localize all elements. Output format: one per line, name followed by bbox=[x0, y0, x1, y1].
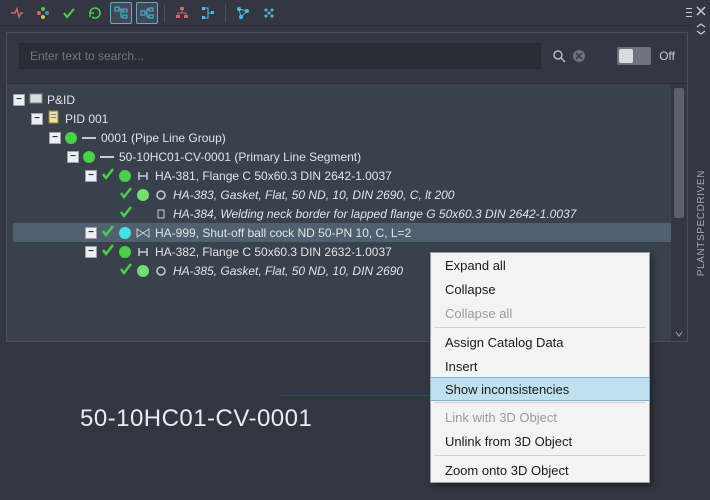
tool-refresh-icon[interactable] bbox=[84, 2, 106, 24]
tree-label: 0001 (Pipe Line Group) bbox=[101, 131, 226, 145]
ctx-show-inconsistencies[interactable]: Show inconsistencies bbox=[430, 377, 650, 401]
document-icon bbox=[47, 110, 61, 127]
expander-spacer bbox=[103, 189, 115, 201]
check-icon bbox=[119, 262, 133, 279]
flange-icon bbox=[135, 245, 151, 259]
canvas-line bbox=[280, 395, 440, 396]
ctx-zoom-3d[interactable]: Zoom onto 3D Object bbox=[431, 458, 649, 482]
tool-graph-icon[interactable] bbox=[232, 2, 254, 24]
segment-icon bbox=[99, 150, 115, 164]
tool-hierarchy-icon[interactable] bbox=[171, 2, 193, 24]
tree-label: 50-10HC01-CV-0001 (Primary Line Segment) bbox=[119, 150, 361, 164]
expander-spacer bbox=[103, 265, 115, 277]
app-root: Off − P&ID − PID 001 − 000 bbox=[0, 0, 710, 500]
ctx-assign-catalog[interactable]: Assign Catalog Data bbox=[431, 330, 649, 354]
ctx-separator bbox=[435, 455, 645, 456]
tool-branch-icon[interactable] bbox=[197, 2, 219, 24]
tree-label: HA-384, Welding neck border for lapped f… bbox=[173, 207, 576, 221]
pipe-icon bbox=[81, 131, 97, 145]
check-icon bbox=[101, 224, 115, 241]
tree-label: PID 001 bbox=[65, 112, 108, 126]
expander-icon[interactable]: − bbox=[67, 151, 79, 163]
status-dot-icon bbox=[137, 189, 149, 201]
ctx-collapse-all: Collapse all bbox=[431, 301, 649, 325]
tool-check-icon[interactable] bbox=[58, 2, 80, 24]
search-input[interactable] bbox=[19, 43, 541, 69]
expander-spacer bbox=[103, 208, 115, 220]
tree-label: HA-383, Gasket, Flat, 50 ND, 10, DIN 269… bbox=[173, 188, 454, 202]
expander-icon[interactable]: − bbox=[49, 132, 61, 144]
status-dot-icon bbox=[119, 227, 131, 239]
valve-icon bbox=[135, 226, 151, 240]
ctx-separator bbox=[435, 327, 645, 328]
expander-icon[interactable]: − bbox=[31, 113, 43, 125]
tool-tree-b-icon[interactable] bbox=[136, 2, 158, 24]
tree-item-selected[interactable]: − HA-999, Shut-off ball cock ND 50-PN 10… bbox=[13, 223, 687, 242]
check-icon bbox=[119, 205, 133, 222]
tree-scrollbar[interactable] bbox=[671, 84, 687, 341]
gasket-icon bbox=[153, 264, 169, 278]
toggle-label: Off bbox=[659, 49, 675, 63]
collapse-icon[interactable] bbox=[694, 22, 708, 36]
tool-line-icon[interactable] bbox=[6, 2, 28, 24]
ctx-expand-all[interactable]: Expand all bbox=[431, 253, 649, 277]
toolbar bbox=[0, 0, 710, 26]
toggle-track bbox=[617, 47, 651, 65]
tree-primary-segment[interactable]: − 50-10HC01-CV-0001 (Primary Line Segmen… bbox=[13, 147, 687, 166]
status-dot-icon bbox=[119, 246, 131, 258]
ctx-collapse[interactable]: Collapse bbox=[431, 277, 649, 301]
flange-icon bbox=[135, 169, 151, 183]
toolbar-separator bbox=[164, 4, 165, 22]
ctx-separator bbox=[435, 402, 645, 403]
close-icon[interactable] bbox=[694, 4, 708, 18]
tree-root[interactable]: − P&ID bbox=[13, 90, 687, 109]
scroll-thumb[interactable] bbox=[674, 88, 684, 218]
tree-label: P&ID bbox=[47, 93, 75, 107]
check-icon bbox=[101, 243, 115, 260]
weld-neck-icon bbox=[153, 207, 169, 221]
expander-icon[interactable]: − bbox=[85, 170, 97, 182]
tree-item[interactable]: HA-383, Gasket, Flat, 50 ND, 10, DIN 269… bbox=[13, 185, 687, 204]
toolbar-separator-2 bbox=[225, 4, 226, 22]
search-row: Off bbox=[7, 33, 687, 83]
status-dot-icon bbox=[83, 151, 95, 163]
tool-tree-a-icon[interactable] bbox=[110, 2, 132, 24]
status-dot-icon bbox=[65, 132, 77, 144]
tree-label: HA-381, Flange C 50x60.3 DIN 2642-1.0037 bbox=[155, 169, 392, 183]
expander-icon[interactable]: − bbox=[13, 94, 25, 106]
tree-label: HA-385, Gasket, Flat, 50 ND, 10, DIN 269… bbox=[173, 264, 403, 278]
tree-pipe-group[interactable]: − 0001 (Pipe Line Group) bbox=[13, 128, 687, 147]
ctx-link-3d: Link with 3D Object bbox=[431, 405, 649, 429]
status-dot-icon bbox=[119, 170, 131, 182]
canvas-tag-label: 50-10HC01-CV-0001 bbox=[80, 405, 312, 433]
right-dock-strip: PLANTSPECDRIVEN bbox=[692, 0, 710, 500]
check-icon bbox=[119, 186, 133, 203]
ctx-unlink-3d[interactable]: Unlink from 3D Object bbox=[431, 429, 649, 453]
check-icon bbox=[101, 167, 115, 184]
gasket-icon bbox=[153, 188, 169, 202]
tree-item[interactable]: − HA-381, Flange C 50x60.3 DIN 2642-1.00… bbox=[13, 166, 687, 185]
context-menu: Expand all Collapse Collapse all Assign … bbox=[430, 252, 650, 483]
tool-nodes-icon[interactable] bbox=[32, 2, 54, 24]
search-controls bbox=[551, 48, 587, 64]
dock-vertical-label[interactable]: PLANTSPECDRIVEN bbox=[696, 170, 707, 276]
status-dot-icon bbox=[137, 265, 149, 277]
folder-icon bbox=[29, 91, 43, 108]
tree-label: HA-382, Flange C 50x60.3 DIN 2632-1.0037 bbox=[155, 245, 392, 259]
ctx-insert[interactable]: Insert bbox=[431, 354, 649, 378]
filter-toggle[interactable]: Off bbox=[617, 47, 675, 65]
clear-search-icon[interactable] bbox=[571, 48, 587, 64]
tool-cluster-icon[interactable] bbox=[258, 2, 280, 24]
search-icon[interactable] bbox=[551, 48, 567, 64]
expander-icon[interactable]: − bbox=[85, 246, 97, 258]
scroll-down-icon[interactable] bbox=[671, 327, 687, 341]
tree-item[interactable]: HA-384, Welding neck border for lapped f… bbox=[13, 204, 687, 223]
expander-icon[interactable]: − bbox=[85, 227, 97, 239]
tree-pid[interactable]: − PID 001 bbox=[13, 109, 687, 128]
tree-label: HA-999, Shut-off ball cock ND 50-PN 10, … bbox=[155, 226, 411, 240]
